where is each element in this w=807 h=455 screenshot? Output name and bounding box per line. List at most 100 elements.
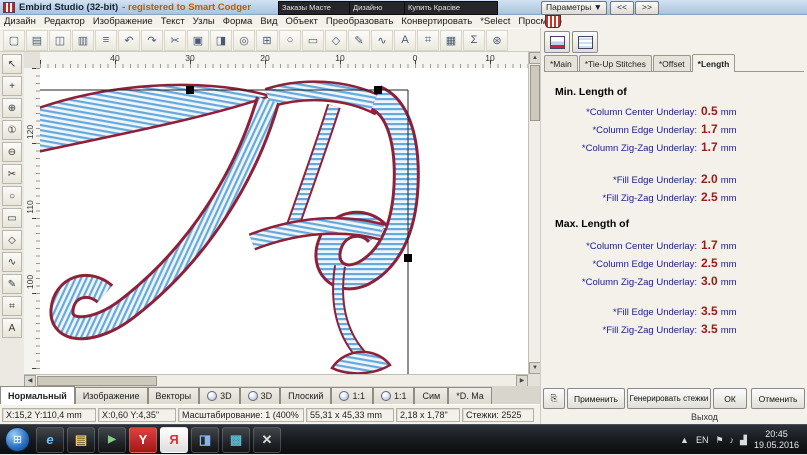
layers-icon[interactable]: ▦ [440, 29, 462, 51]
grid-icon[interactable]: ⊞ [256, 29, 278, 51]
view-tab-3d-b[interactable]: 3D [239, 387, 281, 404]
tab-offset[interactable]: *Offset [652, 55, 691, 71]
action-center-icon[interactable]: ⚑ [715, 435, 723, 446]
media-player-icon[interactable]: ▶ [98, 426, 126, 453]
vertical-scrollbar[interactable]: ▲ ▼ [528, 52, 541, 374]
text-icon[interactable]: A [394, 29, 416, 51]
vscroll-thumb[interactable] [530, 65, 540, 121]
param-value[interactable]: 3.5 [701, 304, 721, 318]
menu-convert[interactable]: Конвертировать [397, 16, 476, 27]
parameters-dropdown-button[interactable]: Параметры ▼ [541, 1, 607, 15]
copy-icon[interactable]: ▣ [187, 29, 209, 51]
paint-icon[interactable]: ◨ [191, 426, 219, 453]
import-icon[interactable]: ▥ [72, 29, 94, 51]
ellipse-icon[interactable]: ○ [279, 29, 301, 51]
generate-stitches-button[interactable]: Генерировать стежки [627, 388, 711, 409]
pencil-icon[interactable]: ✎ [348, 29, 370, 51]
rect-tool[interactable]: ▭ [2, 208, 22, 228]
horizontal-scrollbar[interactable]: ◀ ▶ [24, 374, 528, 387]
param-value[interactable]: 2.0 [701, 172, 721, 186]
photo-viewer-icon[interactable]: ▩ [222, 426, 250, 453]
curve-tool[interactable]: ∿ [2, 252, 22, 272]
hidden-icons-arrow[interactable]: ▲ [680, 435, 689, 445]
tab-length[interactable]: *Length [691, 54, 736, 72]
tab-tie-up-stitches[interactable]: *Tie-Up Stitches [578, 55, 652, 71]
expand-panel-button[interactable]: >> [635, 1, 659, 15]
language-indicator[interactable]: EN [696, 435, 709, 445]
menu-transform[interactable]: Преобразовать [322, 16, 397, 27]
view-tab-1to1-a[interactable]: 1:1 [331, 387, 373, 404]
param-value[interactable]: 0.5 [701, 104, 721, 118]
network-icon[interactable]: ▟ [740, 435, 747, 446]
view-tab-image[interactable]: Изображение [74, 387, 148, 404]
text-tool[interactable]: A [2, 318, 22, 338]
paste-icon[interactable]: ◨ [210, 29, 232, 51]
view-tab-vectors[interactable]: Векторы [147, 387, 200, 404]
collapse-panel-button[interactable]: << [610, 1, 634, 15]
zoom-out-tool[interactable]: ⊖ [2, 142, 22, 162]
menu-image[interactable]: Изображение [89, 16, 157, 27]
param-value[interactable]: 3.0 [701, 274, 721, 288]
design-canvas[interactable] [40, 68, 528, 374]
menu-design[interactable]: Дизайн [0, 16, 40, 27]
knife-tool[interactable]: ✂ [2, 164, 22, 184]
move-tool[interactable]: + [2, 76, 22, 96]
view-tab-flat[interactable]: Плоский [280, 387, 332, 404]
param-value[interactable]: 1.7 [701, 238, 721, 252]
design-panel-button[interactable] [572, 31, 598, 53]
selection-handle[interactable] [404, 254, 412, 262]
pencil-tool[interactable]: ✎ [2, 274, 22, 294]
param-value[interactable]: 2.5 [701, 190, 721, 204]
menu-object[interactable]: Объект [282, 16, 322, 27]
view-tab-1to1-b[interactable]: 1:1 [372, 387, 415, 404]
print-icon[interactable]: ≡ [95, 29, 117, 51]
settings-icon[interactable]: ⊛ [486, 29, 508, 51]
yandex-icon[interactable]: Я [160, 426, 188, 453]
curve-icon[interactable]: ∿ [371, 29, 393, 51]
rect-icon[interactable]: ▭ [302, 29, 324, 51]
redo-icon[interactable]: ↷ [141, 29, 163, 51]
new-icon[interactable]: ▢ [3, 29, 25, 51]
yandex-browser-icon[interactable]: Y [129, 426, 157, 453]
view-tab-sim[interactable]: Сим [414, 387, 449, 404]
window-preview-3[interactable]: Купить Красіве [404, 1, 498, 15]
hscroll-thumb[interactable] [37, 376, 157, 386]
open-icon[interactable]: ▤ [26, 29, 48, 51]
view-tab-3d-a[interactable]: 3D [199, 387, 240, 404]
menu-editor[interactable]: Редактор [40, 16, 89, 27]
grid-tool[interactable]: ⌗ [2, 296, 22, 316]
pointer-tool[interactable]: ↖ [2, 54, 22, 74]
view-tab-normal[interactable]: Нормальный [0, 386, 75, 404]
param-value[interactable]: 3.5 [701, 322, 721, 336]
embird-taskbar-icon[interactable]: ✕ [253, 426, 281, 453]
window-preview-1[interactable]: Заказы Масте [278, 1, 354, 15]
param-value[interactable]: 2.5 [701, 256, 721, 270]
tab-main[interactable]: *Main [544, 55, 578, 71]
zoom-in-tool[interactable]: ⊕ [2, 98, 22, 118]
volume-icon[interactable]: ♪ [730, 435, 735, 445]
cancel-button[interactable]: Отменить [751, 388, 805, 409]
param-value[interactable]: 1.7 [701, 140, 721, 154]
clock[interactable]: 20:45 19.05.2016 [754, 429, 799, 451]
apply-button[interactable]: Применить [567, 388, 625, 409]
view-tab-dma[interactable]: *D. Ма [448, 387, 492, 404]
start-button[interactable]: ⊞ [5, 427, 30, 452]
explorer-folder-icon[interactable]: ▤ [67, 426, 95, 453]
menu-view[interactable]: Вид [256, 16, 281, 27]
selection-handle[interactable] [374, 86, 382, 94]
ellipse-tool[interactable]: ○ [2, 186, 22, 206]
measure-icon[interactable]: ⌗ [417, 29, 439, 51]
menu-shape[interactable]: Форма [219, 16, 257, 27]
zoom-1-tool[interactable]: ① [2, 120, 22, 140]
menu-text[interactable]: Текст [157, 16, 189, 27]
save-icon[interactable]: ◫ [49, 29, 71, 51]
stitches-panel-button[interactable] [544, 31, 570, 53]
window-preview-2[interactable]: Дизайно [349, 1, 409, 15]
menu-nodes[interactable]: Узлы [189, 16, 219, 27]
internet-explorer-icon[interactable]: e [36, 426, 64, 453]
polygon-icon[interactable]: ◇ [325, 29, 347, 51]
polygon-tool[interactable]: ◇ [2, 230, 22, 250]
menu-select[interactable]: *Select [476, 16, 514, 27]
param-value[interactable]: 1.7 [701, 122, 721, 136]
exit-button[interactable]: Выход [691, 412, 718, 422]
